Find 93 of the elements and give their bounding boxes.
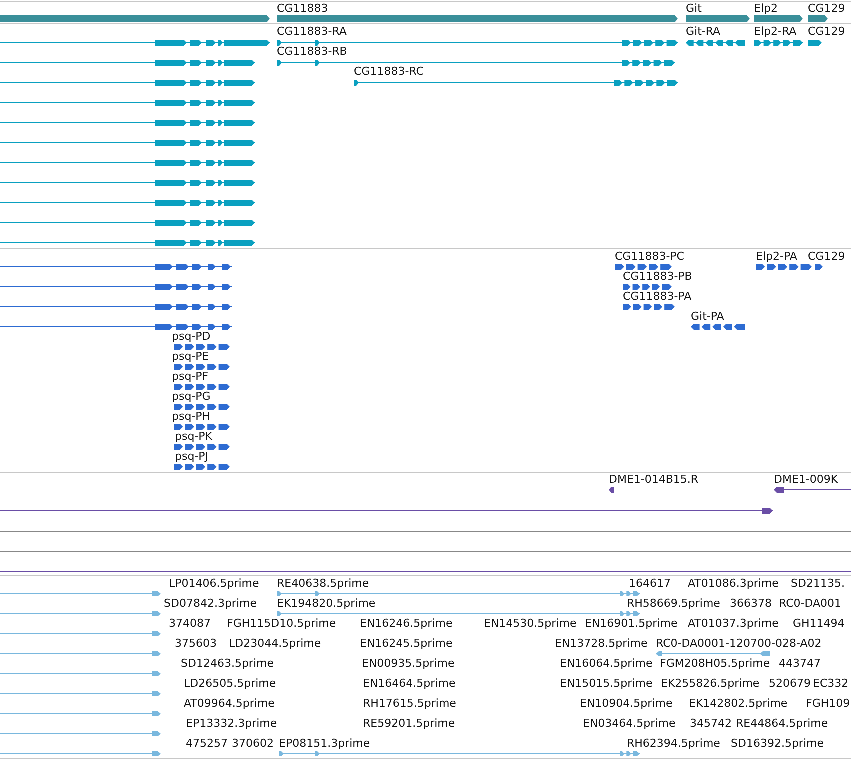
protein-feature [691,324,745,330]
gene-feature [808,16,828,22]
est-label: EN03464.5prime [583,717,676,730]
protein-feature [174,384,230,390]
protein-feature [174,364,230,370]
transcript-feature [686,40,746,46]
transcript-feature [808,40,822,46]
protein-feature [815,264,823,270]
transcript-label: CG11883-RC [354,65,424,78]
est-label: RE59201.5prime [363,717,456,730]
est-label: 443747 [779,657,821,670]
protein-feature [623,284,672,290]
est-label: 345742 [690,717,732,730]
protein-feature [615,264,672,270]
protein-label: CG11883-PB [623,270,692,283]
transcript-label: CG11883-RB [277,45,348,58]
protein-feature [623,304,675,310]
transcript-label: CG129 [808,25,846,38]
est-label: RC0-DA001 [779,597,842,610]
est-label: EN16246.5prime [360,617,453,630]
protein-label: psq-PF [172,370,209,383]
protein-label: psq-PD [172,330,211,343]
gene-label: CG129 [808,2,846,15]
est-label: EP08151.3prime [279,737,370,750]
est-label: 366378 [730,597,772,610]
est-label: FGM208H05.5prime [660,657,770,670]
est-label: LP01406.5prime [169,577,260,590]
protein-label: psq-PG [172,390,211,403]
est-label: RH62394.5prime [627,737,720,750]
gene-feature [754,16,803,22]
est-label: 520679 [769,677,811,690]
protein-feature [174,464,230,470]
gene-label: CG11883 [277,2,328,15]
protein-label: psq-PE [172,350,210,363]
est-label: EC332 [813,677,849,690]
est-label: 370602 [232,737,274,750]
est-label: EN16464.5prime [363,677,456,690]
transcript-feature [754,40,804,46]
protein-feature [174,444,230,450]
est-label: 475257 [186,737,228,750]
est-label: SD21135. [791,577,845,590]
transcript-label: CG11883-RA [277,25,347,38]
protein-feature [174,424,230,430]
protein-label: Elp2-PA [756,250,798,263]
protein-label: psq-PJ [175,450,209,463]
est-label: SD16392.5prime [731,737,824,750]
est-label: EN14530.5prime [484,617,577,630]
transcript-label: Git-RA [686,25,721,38]
est-label: RE40638.5prime [277,577,370,590]
est-label: AT01037.3prime [688,617,779,630]
gene-label: Git [686,2,702,15]
clone-feature [609,487,614,493]
est-label: 375603 [175,637,217,650]
est-label: EK194820.5prime [277,597,376,610]
est-label: EN15015.5prime [560,677,653,690]
protein-label: CG11883-PC [615,250,684,263]
est-label: EN00935.5prime [362,657,455,670]
est-label: 374087 [169,617,211,630]
protein-feature [174,344,230,350]
est-label: EK255826.5prime [661,677,760,690]
transcript-label: Elp2-RA [754,25,797,38]
gene-label: Elp2 [754,2,778,15]
est-label: AT09964.5prime [184,697,275,710]
protein-label: psq-PH [172,410,211,423]
clone-label: DME1-014B15.R [609,473,699,486]
est-label: SD12463.5prime [181,657,274,670]
est-label: EN16064.5prime [560,657,653,670]
protein-feature [174,404,230,410]
gene-feature [686,16,750,22]
protein-feature [756,264,812,270]
est-label: EN16245.5prime [360,637,453,650]
est-label: EN13728.5prime [555,637,648,650]
clone-label: DME1-009K [774,473,838,486]
est-label: RH58669.5prime [627,597,720,610]
est-label: FGH109 [806,697,850,710]
protein-label: psq-PK [175,430,213,443]
protein-label: CG11883-PA [623,290,692,303]
est-label: LD23044.5prime [229,637,322,650]
protein-label: CG129 [808,250,846,263]
est-label: GH11494 [793,617,845,630]
est-label: AT01086.3prime [688,577,779,590]
est-label: RE44864.5prime [736,717,828,730]
est-label: EN10904.5prime [580,697,673,710]
est-label: SD07842.3prime [164,597,257,610]
est-label: EN16901.5prime [585,617,678,630]
est-label: EK142802.5prime [689,697,788,710]
est-label: FGH115D10.5prime [227,617,336,630]
est-label: 164617 [629,577,671,590]
est-label: LD26505.5prime [184,677,276,690]
protein-label: Git-PA [691,310,724,323]
est-label: EP13332.3prime [186,717,278,730]
est-label: RH17615.5prime [363,697,456,710]
est-label: RC0-DA0001-120700-028-A02 [656,637,822,650]
